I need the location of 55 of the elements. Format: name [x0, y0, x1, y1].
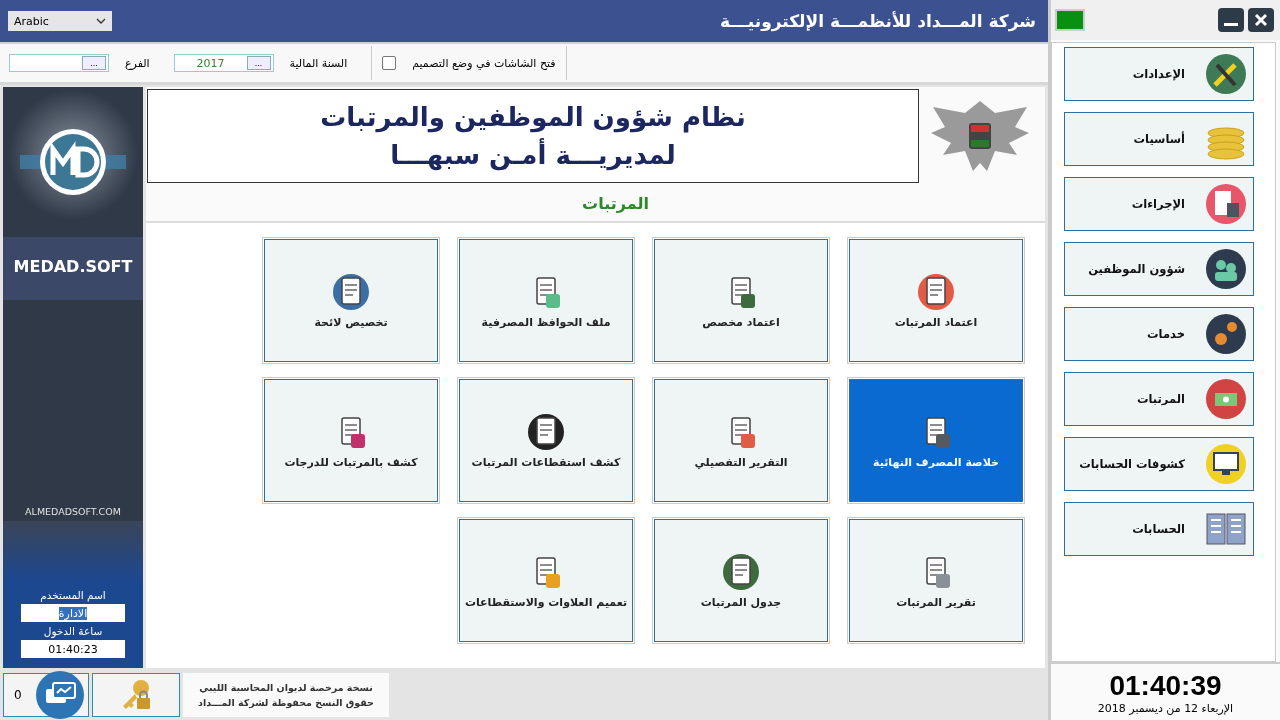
menu-tile[interactable]: تخصيص لائحة	[264, 239, 438, 362]
logo-icon	[18, 127, 128, 197]
clock-date: الإربعاء 12 من ديسمبر 2018	[1097, 701, 1234, 715]
receipt-calculator-icon	[1205, 183, 1247, 225]
nav-button[interactable]: الإجراءات	[1064, 177, 1254, 231]
caret-icon	[96, 18, 106, 24]
website-text: ALMEDADSOFT.COM	[25, 506, 121, 517]
clock-time: 01:40:39	[1109, 669, 1222, 702]
monitor-document-icon	[1205, 443, 1247, 485]
menu-tile[interactable]: تعميم العلاوات والاستقطاعات	[459, 519, 633, 642]
banknote-icon	[1205, 378, 1247, 420]
minimize-icon[interactable]	[1218, 8, 1244, 32]
key-button[interactable]	[92, 673, 180, 717]
nav-button[interactable]: شؤون الموظفين	[1064, 242, 1254, 296]
section-title: المرتبات	[582, 193, 649, 213]
browse-button[interactable]: ...	[246, 56, 271, 70]
menu-tile[interactable]: تقرير المرتبات	[849, 519, 1023, 642]
username-label: اسم المستخدم	[40, 589, 106, 601]
license-text: نسخة مرخصة لديوان المحاسبة الليبي	[199, 682, 373, 693]
copyright-text: حقوق النسخ محفوظة لشركة المـــداد	[198, 697, 374, 708]
nav-button[interactable]: كشوفات الحسابات	[1064, 437, 1254, 491]
checkbox-label: فتح الشاشات في وضع التصميم	[412, 56, 556, 70]
nav-button[interactable]: الحسابات	[1064, 502, 1254, 556]
username-field[interactable]: الادارة	[21, 604, 125, 622]
wrench-screwdriver-icon	[1205, 53, 1247, 95]
menu-tile[interactable]: كشف بالمرتبات للدرجات	[264, 379, 438, 502]
login-time-field: 01:40:23	[21, 640, 125, 658]
window-title: شركة المـــداد للأنظمـــة الإلكترونيـــة	[720, 11, 1036, 31]
brand-name: MEDAD.SOFT	[3, 237, 143, 300]
language-select[interactable]: Arabic	[8, 11, 112, 31]
nav-button[interactable]: المرتبات	[1064, 372, 1254, 426]
close-icon[interactable]	[1248, 8, 1274, 32]
nav-button[interactable]: الإعدادات	[1064, 47, 1254, 101]
messages-button[interactable]: 0	[3, 673, 89, 717]
chat-icon	[35, 671, 84, 719]
field-label: السنة المالية	[289, 56, 348, 70]
people-icon	[1205, 248, 1247, 290]
field-label: الفرع	[125, 56, 150, 70]
menu-tile[interactable]: اعتماد مخصص	[654, 239, 828, 362]
checkbox[interactable]	[382, 56, 397, 70]
menu-tile[interactable]: جدول المرتبات	[654, 519, 828, 642]
nav-button[interactable]: خدمات	[1064, 307, 1254, 361]
branch-field[interactable]: ...	[9, 54, 109, 72]
browse-button[interactable]: ...	[82, 56, 106, 70]
nav-button[interactable]: أساسيات	[1064, 112, 1254, 166]
login-time-label: ساعة الدخول	[43, 625, 103, 637]
menu-tile[interactable]: كشف استقطاعات المرتبات	[459, 379, 633, 502]
status-indicator	[1055, 9, 1085, 31]
menu-tile[interactable]: التقرير التفصيلي	[654, 379, 828, 502]
fiscal-year-field[interactable]: 2017 ...	[173, 54, 274, 72]
menu-tile[interactable]: اعتماد المرتبات	[849, 239, 1023, 362]
menu-tile[interactable]: خلاصة المصرف النهائية	[849, 379, 1023, 502]
banner-title: نظام شؤون الموظفين والمرتبات	[320, 102, 746, 132]
menu-tile[interactable]: ملف الحوافظ المصرفية	[459, 239, 633, 362]
banner-subtitle: لمديريـــة أمـن سبهـــا	[390, 140, 676, 170]
